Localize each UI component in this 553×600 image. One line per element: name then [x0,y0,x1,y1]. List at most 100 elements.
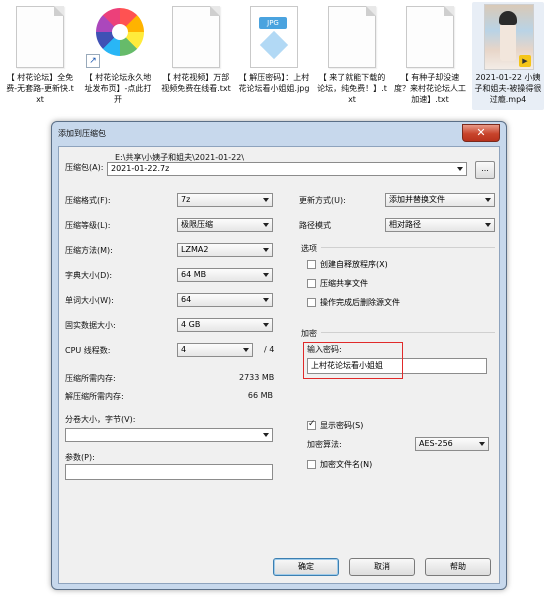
browse-button[interactable]: ... [475,161,495,179]
file-list: 【 村花论坛】全免费-无套路-更新快.txt ↗ 【 村花论坛永久地址发布页】-… [0,0,553,112]
show-password-checkbox[interactable]: 显示密码(S) [307,419,363,431]
file-item[interactable]: 【 村花论坛】全免费-无套路-更新快.txt [4,2,76,110]
archive-label: 压缩包(A): [65,163,104,172]
file-item[interactable]: 【 来了就能下载的论坛，纯免费！】.txt [316,2,388,110]
dictionary-label: 字典大小(D): [65,271,113,280]
file-item-selected[interactable]: ▶ 2021-01-22 小姨子和姐夫-被操得很过瘾.mp4 [472,2,544,110]
help-button[interactable]: 帮助 [425,558,491,576]
method-select[interactable]: LZMA2 [177,243,273,257]
encrypt-filenames-checkbox[interactable]: 加密文件名(N) [307,459,372,470]
file-item[interactable]: JPG 【 解压密码】：上村花论坛看小姐姐.jpg [238,2,310,110]
parameters-input[interactable] [65,464,273,480]
checkbox-box [307,298,316,307]
level-label: 压缩等级(L): [65,221,111,230]
level-select[interactable]: 极限压缩 [177,218,273,232]
decompress-memory-value: 66 MB [247,391,273,400]
split-size-label: 分卷大小，字节(V): [65,415,136,424]
shared-files-checkbox[interactable]: 压缩共享文件 [307,278,368,289]
encryption-method-select[interactable]: AES-256 [415,437,489,451]
encryption-group-title: 加密 [301,329,317,338]
dialog-client: 压缩包(A): E:\共享\小姨子和姐夫\2021-01-22\ 2021-01… [58,146,500,584]
cpu-threads-select[interactable]: 4 [177,343,253,357]
file-name: 【 村花论坛永久地址发布页】-点此打开 [84,73,152,104]
update-mode-select[interactable]: 添加并替换文件 [385,193,495,207]
add-to-archive-dialog: 添加到压缩包 ✕ 压缩包(A): E:\共享\小姨子和姐夫\2021-01-22… [51,121,507,590]
solid-size-label: 固实数据大小: [65,321,116,330]
encryption-method-label: 加密算法: [307,440,342,449]
file-name: 【 村花视频】万部视频免费在线看.txt [161,73,231,93]
jpg-label-icon: JPG [259,17,287,29]
solid-size-select[interactable]: 4 GB [177,318,273,332]
delete-after-checkbox[interactable]: 操作完成后删除源文件 [307,297,400,308]
checkbox-box [307,260,316,269]
chevron-down-icon [485,198,491,202]
format-label: 压缩格式(F): [65,196,111,205]
encryption-divider [321,332,495,333]
highlight-annotation [303,342,403,379]
shortcut-arrow-icon: ↗ [86,54,100,68]
text-file-icon [172,6,220,68]
options-group-title: 选项 [301,244,317,253]
compress-memory-label: 压缩所需内存: [65,374,116,383]
chevron-down-icon [263,298,269,302]
dialog-title: 添加到压缩包 [58,129,106,138]
jpg-file-icon: JPG [250,6,298,68]
path-mode-label: 路径模式 [299,221,331,230]
encryption-method-value: AES-256 [419,439,453,448]
word-size-value: 64 [181,295,192,304]
chevron-down-icon [263,198,269,202]
chevron-down-icon [485,223,491,227]
decompress-memory-label: 解压缩所需内存: [65,392,124,401]
solid-size-value: 4 GB [181,320,201,329]
file-name: 【 解压密码】：上村花论坛看小姐姐.jpg [238,73,310,93]
cpu-threads-value: 4 [181,345,187,354]
video-thumbnail: ▶ [484,4,534,70]
text-file-icon [406,6,454,68]
checkbox-box [307,279,316,288]
chevron-down-icon [479,442,485,446]
chevron-down-icon [263,248,269,252]
image-glyph-icon [259,30,289,60]
dictionary-value: 64 MB [181,270,207,279]
chevron-down-icon [243,348,249,352]
format-select[interactable]: 7z [177,193,273,207]
text-file-icon [16,6,64,68]
shared-files-label: 压缩共享文件 [320,279,368,288]
compress-memory-value: 2733 MB [239,373,275,382]
file-item[interactable]: 【 有种子却没速度？来村花论坛人工加速】.txt [394,2,466,110]
text-file-icon [328,6,376,68]
word-size-label: 单词大小(W): [65,296,114,305]
dictionary-select[interactable]: 64 MB [177,268,273,282]
sfx-checkbox[interactable]: 创建自释放程序(X) [307,259,388,270]
file-name: 【 有种子却没速度？来村花论坛人工加速】.txt [394,73,466,104]
options-divider [321,247,495,248]
chevron-down-icon [263,273,269,277]
chevron-down-icon [263,433,269,437]
chevron-down-icon [263,223,269,227]
pinwheel-shortcut-icon [96,8,144,56]
method-value: LZMA2 [181,245,209,254]
update-mode-value: 添加并替换文件 [389,195,445,204]
parameters-label: 参数(P): [65,453,95,462]
chevron-down-icon [457,167,463,171]
format-value: 7z [181,195,191,204]
word-size-select[interactable]: 64 [177,293,273,307]
file-name: 【 村花论坛】全免费-无套路-更新快.txt [6,73,74,104]
file-item[interactable]: 【 村花视频】万部视频免费在线看.txt [160,2,232,110]
method-label: 压缩方法(M): [65,246,113,255]
cancel-button[interactable]: 取消 [349,558,415,576]
path-mode-select[interactable]: 相对路径 [385,218,495,232]
encrypt-filenames-label: 加密文件名(N) [320,460,373,469]
play-badge-icon: ▶ [519,55,531,67]
dialog-titlebar[interactable]: 添加到压缩包 ✕ [52,122,506,144]
ok-button[interactable]: 确定 [273,558,339,576]
checkbox-box [307,460,316,469]
sfx-label: 创建自释放程序(X) [320,260,388,269]
chevron-down-icon [263,323,269,327]
person-hair [499,11,517,25]
level-value: 极限压缩 [181,220,213,229]
archive-name-input[interactable]: 2021-01-22.7z [107,162,467,176]
split-size-input[interactable] [65,428,273,442]
file-item[interactable]: ↗ 【 村花论坛永久地址发布页】-点此打开 [82,2,154,110]
close-button[interactable]: ✕ [462,124,500,142]
